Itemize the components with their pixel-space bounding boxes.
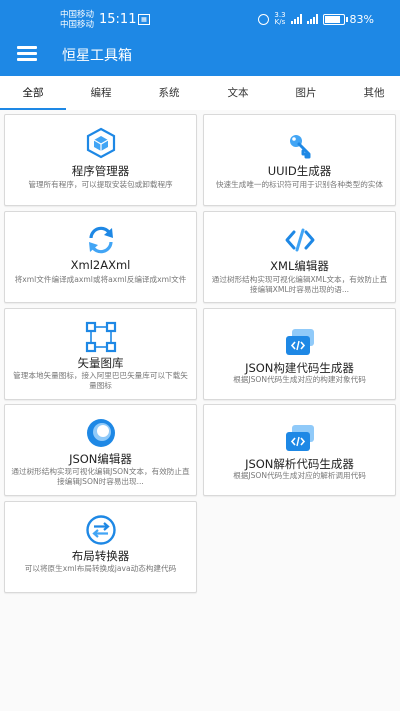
- tab-system[interactable]: 系统: [136, 76, 202, 110]
- tool-desc: 管理所有程序，可以提取安装包或卸载程序: [28, 180, 173, 189]
- tool-desc: 根据JSON代码生成对应的构建对象代码: [233, 375, 366, 384]
- category-tabs: 全部 编程 系统 文本 图片 其他: [0, 76, 400, 111]
- tool-desc: 可以将原生xml布局转换成java动态构建代码: [24, 564, 177, 573]
- status-bar: 中国移动 中国移动 15:11 ▦ 3.3 K/s 83%: [0, 6, 400, 32]
- carrier-2: 中国移动: [60, 20, 95, 30]
- tool-grid: 程序管理器 管理所有程序，可以提取安装包或卸载程序 UUID生成器 快速生成唯一…: [0, 110, 400, 711]
- tab-all[interactable]: 全部: [0, 76, 66, 110]
- signal-icon-1: [290, 14, 302, 24]
- swap-arrows-icon: [85, 514, 117, 546]
- tool-desc: 管理本地矢量图标，接入阿里巴巴矢量库可以下载矢量图标: [13, 371, 188, 390]
- tool-desc: 根据JSON代码生成对应的解析调用代码: [233, 471, 366, 480]
- code-window-icon: [284, 423, 316, 455]
- tool-card-json-parser-codegen[interactable]: JSON解析代码生成器 根据JSON代码生成对应的解析调用代码: [203, 404, 396, 496]
- tool-desc: 通过树形结构实现可视化编辑XML文本，有效防止直接编辑XML时容易出现的语...: [211, 275, 388, 294]
- tool-card-json-builder-codegen[interactable]: JSON构建代码生成器 根据JSON代码生成对应的构建对象代码: [203, 308, 396, 400]
- hamburger-menu-icon[interactable]: [17, 46, 37, 62]
- sync-icon: [85, 224, 117, 256]
- json-swirl-icon: [85, 417, 117, 449]
- tool-desc: 将xml文件编译成axml或将axml反编译成xml文件: [14, 275, 187, 284]
- key-icon: [284, 129, 316, 161]
- notification-icon: ▦: [138, 14, 150, 25]
- tool-title: 矢量图库: [77, 356, 124, 370]
- page-title: 恒星工具箱: [62, 48, 132, 64]
- battery-percent: 83%: [349, 12, 374, 26]
- tool-card-uuid-generator[interactable]: UUID生成器 快速生成唯一的标识符可用于识别各种类型的实体: [203, 114, 396, 206]
- tool-card-app-manager[interactable]: 程序管理器 管理所有程序，可以提取安装包或卸载程序: [4, 114, 197, 206]
- code-brackets-icon: [284, 224, 316, 256]
- tool-desc: 通过树形结构实现可视化编辑JSON文本，有效防止直接编辑JSON时容易出现...: [11, 467, 190, 486]
- tool-card-vector-library[interactable]: 矢量图库 管理本地矢量图标，接入阿里巴巴矢量库可以下载矢量图标: [4, 308, 197, 400]
- tool-title: XML编辑器: [270, 259, 329, 273]
- tool-title: JSON编辑器: [69, 452, 132, 466]
- app-bar: 中国移动 中国移动 15:11 ▦ 3.3 K/s 83% 恒星工具箱: [0, 0, 400, 76]
- tab-image[interactable]: 图片: [273, 76, 339, 110]
- carrier-labels: 中国移动 中国移动: [60, 10, 94, 30]
- tool-title: Xml2AXml: [70, 258, 131, 272]
- code-window-icon: [284, 327, 316, 359]
- carrier-1: 中国移动: [60, 10, 95, 20]
- tool-desc: 快速生成唯一的标识符可用于识别各种类型的实体: [215, 180, 384, 189]
- signal-icon-2: [306, 14, 318, 24]
- tool-card-xml2axml[interactable]: Xml2AXml 将xml文件编译成axml或将axml反编译成xml文件: [4, 211, 197, 303]
- vector-nodes-icon: [85, 321, 117, 353]
- tab-programming[interactable]: 编程: [68, 76, 134, 110]
- battery-icon: [322, 13, 348, 25]
- clock: 15:11: [99, 12, 137, 27]
- tab-other[interactable]: 其他: [341, 76, 400, 110]
- tool-card-layout-converter[interactable]: 布局转换器 可以将原生xml布局转换成java动态构建代码: [4, 501, 197, 593]
- tool-card-json-editor[interactable]: JSON编辑器 通过树形结构实现可视化编辑JSON文本，有效防止直接编辑JSON…: [4, 404, 197, 496]
- status-icons: 3.3 K/s 83%: [258, 12, 374, 26]
- net-speed: 3.3 K/s: [274, 11, 286, 26]
- alarm-icon: [258, 13, 270, 25]
- tool-title: 程序管理器: [71, 164, 130, 178]
- tool-title: UUID生成器: [267, 164, 332, 178]
- tool-title: JSON解析代码生成器: [245, 457, 354, 471]
- tool-title: JSON构建代码生成器: [245, 361, 354, 375]
- tab-text[interactable]: 文本: [205, 76, 271, 110]
- tool-title: 布局转换器: [71, 549, 130, 563]
- tool-card-xml-editor[interactable]: XML编辑器 通过树形结构实现可视化编辑XML文本，有效防止直接编辑XML时容易…: [203, 211, 396, 303]
- cube-package-icon: [85, 127, 117, 159]
